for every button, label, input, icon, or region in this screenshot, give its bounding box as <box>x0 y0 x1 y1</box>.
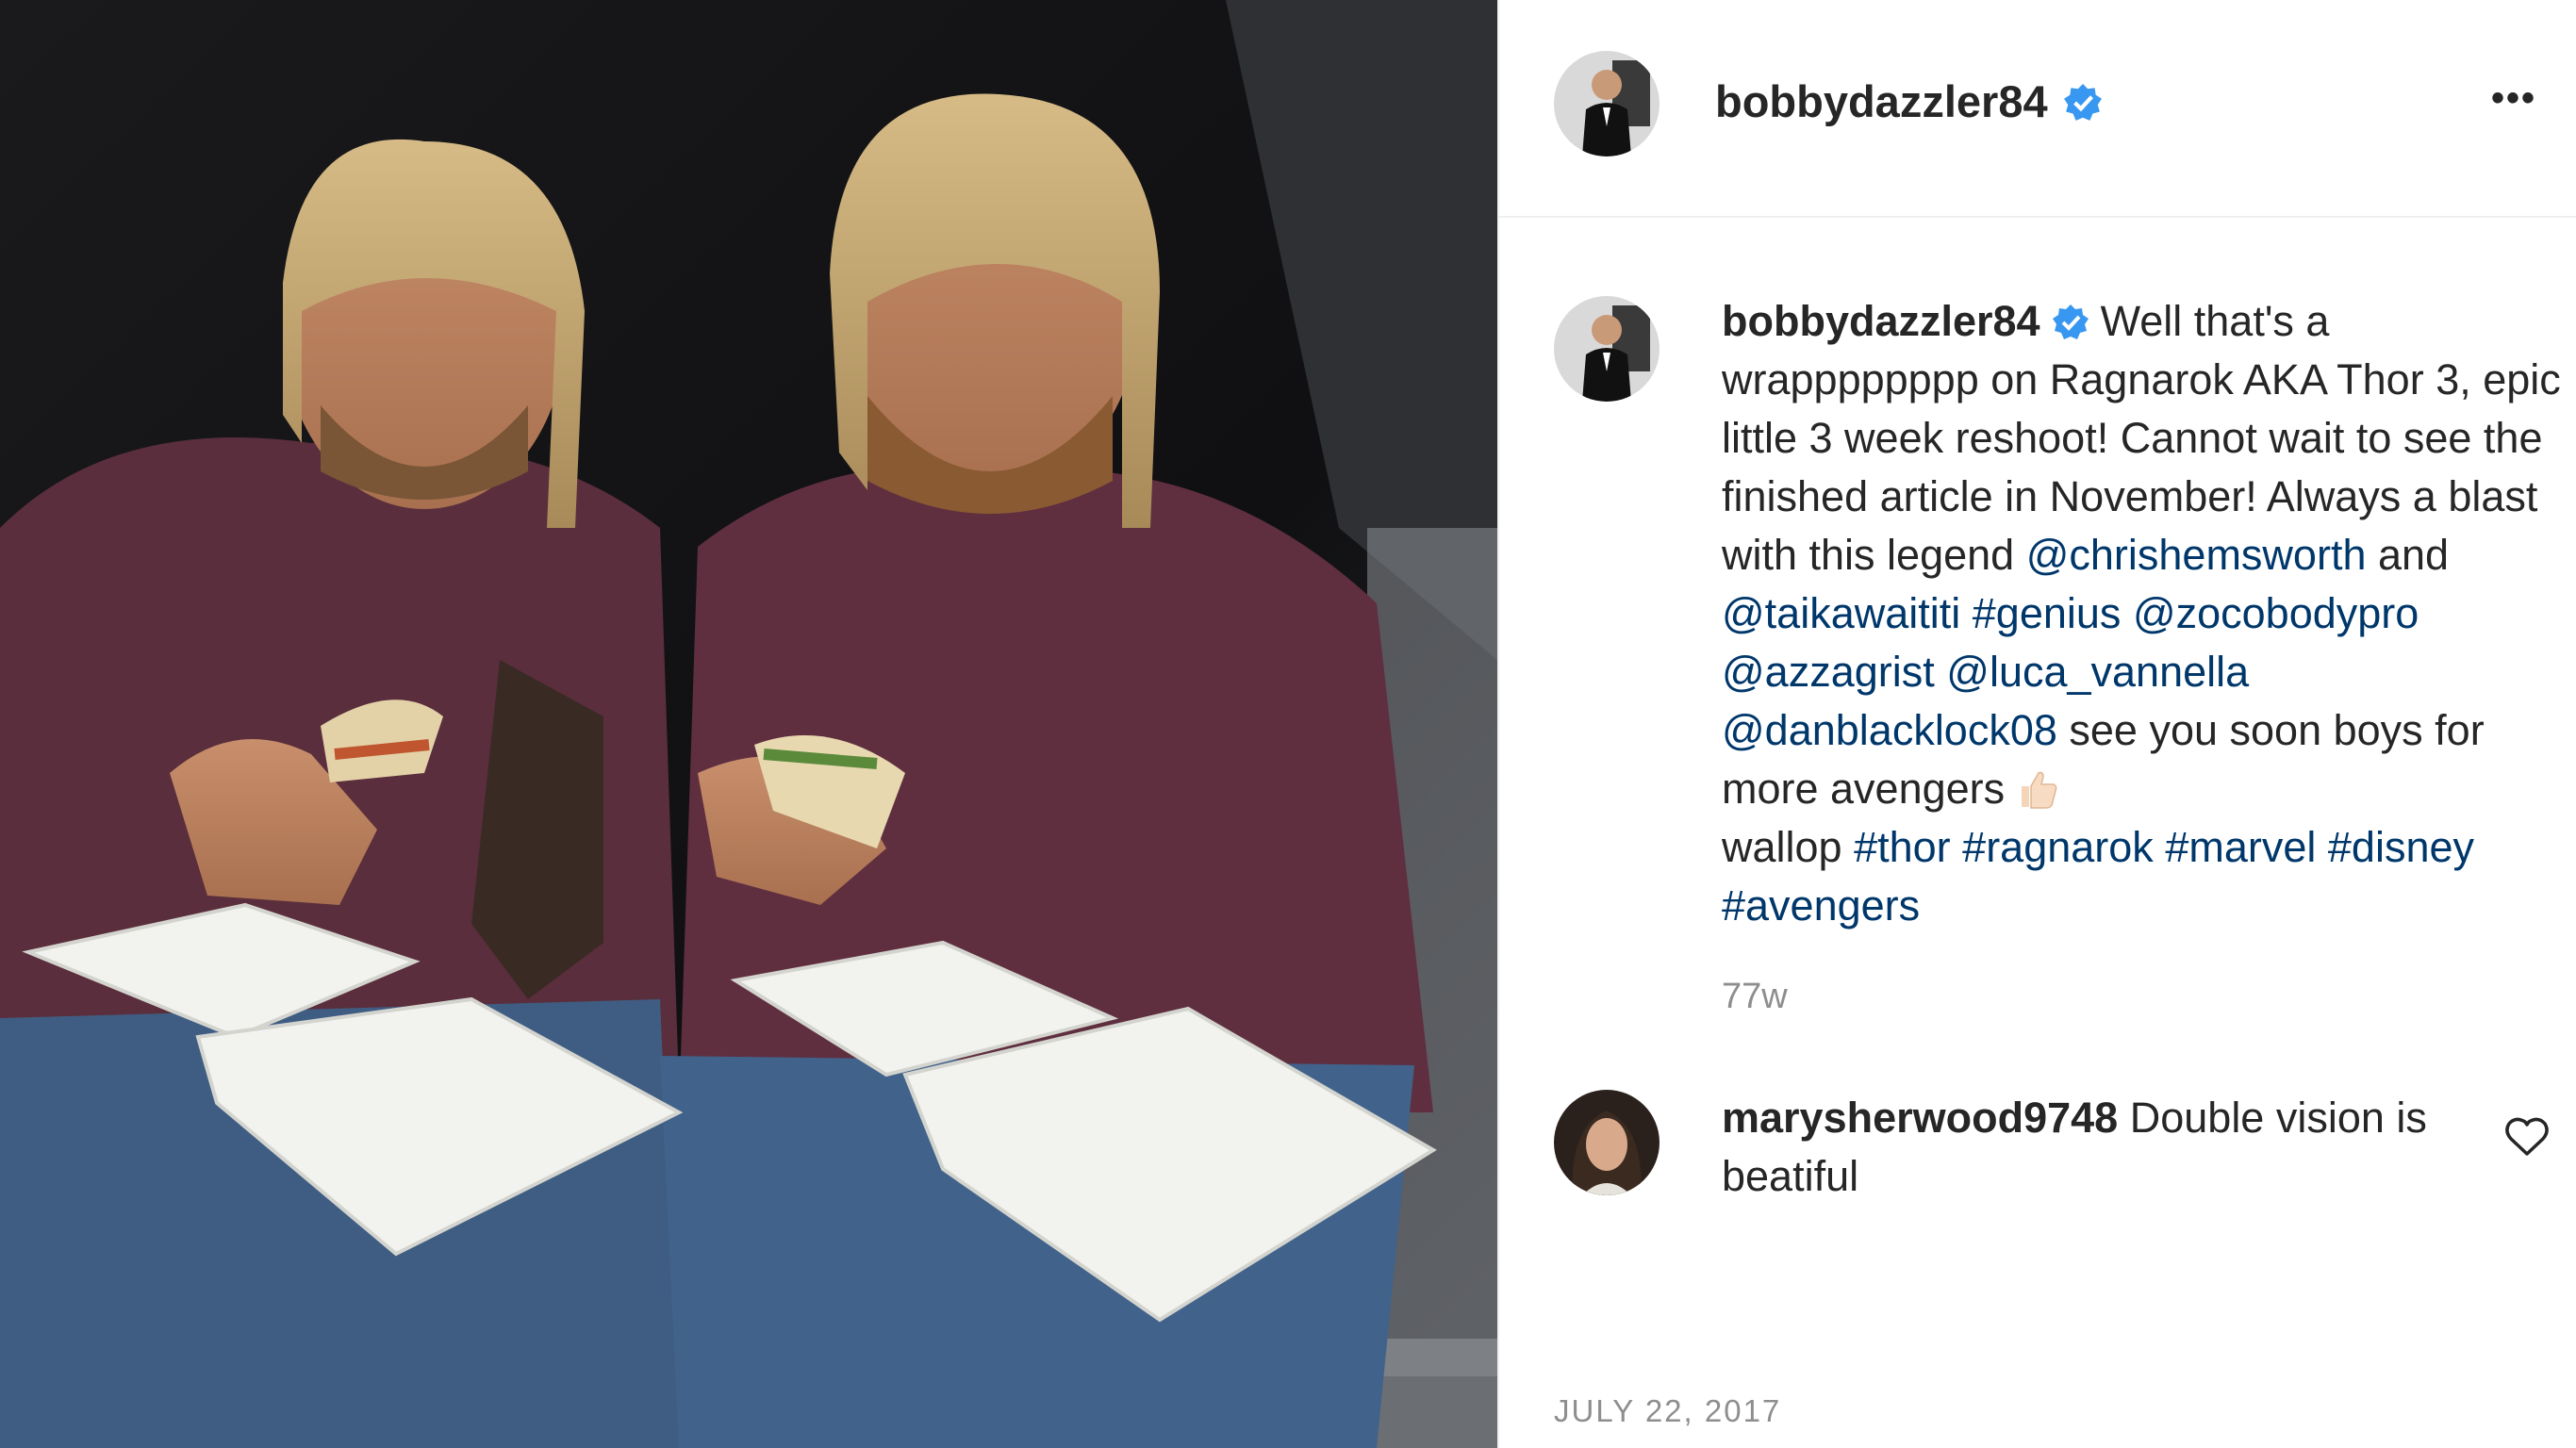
post-date[interactable]: JULY 22, 2017 <box>1554 1393 1781 1429</box>
comment-avatar[interactable] <box>1554 1090 1660 1195</box>
caption-text-part: wallop <box>1722 823 1855 871</box>
caption-time-ago[interactable]: 77w <box>1722 977 1788 1017</box>
thumbs-up-icon <box>2022 771 2057 809</box>
hashtag-link[interactable]: #marvel <box>2165 823 2316 871</box>
avatar-image-icon <box>1554 51 1660 156</box>
caption-text-part: and <box>2366 531 2450 579</box>
caption-username[interactable]: bobbydazzler84 <box>1722 297 2040 345</box>
hashtag-link[interactable]: #genius <box>1973 589 2122 637</box>
more-options-button[interactable]: ••• <box>2476 77 2551 124</box>
header-username[interactable]: bobbydazzler84 <box>1715 74 2103 130</box>
mention-link[interactable]: @zocobodypro <box>2133 589 2419 637</box>
verified-badge-icon <box>2052 304 2089 339</box>
comment-username[interactable]: marysherwood9748 <box>1722 1094 2118 1142</box>
post-caption: bobbydazzler84 Well that's a wrapppppppp … <box>1722 292 2561 935</box>
hashtag-link[interactable]: #thor <box>1854 823 1951 871</box>
caption-avatar[interactable] <box>1554 296 1660 402</box>
hashtag-link[interactable]: #ragnarok <box>1962 823 2154 871</box>
header-avatar[interactable] <box>1554 51 1660 156</box>
mention-link[interactable]: @chrishemsworth <box>2026 531 2367 579</box>
mention-link[interactable]: @luca_vannella <box>1946 648 2249 696</box>
header-username-text[interactable]: bobbydazzler84 <box>1715 76 2048 126</box>
avatar-image-icon <box>1554 1090 1660 1195</box>
mention-link[interactable]: @azzagrist <box>1722 648 1935 696</box>
header-divider <box>1499 216 2576 218</box>
post-photo[interactable] <box>0 0 1497 1448</box>
hashtag-link[interactable]: #disney <box>2328 823 2474 871</box>
avatar-image-icon <box>1554 296 1660 402</box>
photo-illustration <box>0 0 1497 1448</box>
post-side-panel: bobbydazzler84 ••• bobbydazzler84 Well th… <box>1497 0 2576 1448</box>
verified-badge-icon <box>2063 84 2102 121</box>
mention-link[interactable]: @danblacklock08 <box>1722 706 2057 754</box>
like-comment-heart-icon[interactable] <box>2504 1114 2550 1158</box>
hashtag-link[interactable]: #avengers <box>1722 881 1920 930</box>
comment: marysherwood9748 Double vision is beatif… <box>1722 1089 2438 1206</box>
mention-link[interactable]: @taikawaititi <box>1722 589 1960 637</box>
